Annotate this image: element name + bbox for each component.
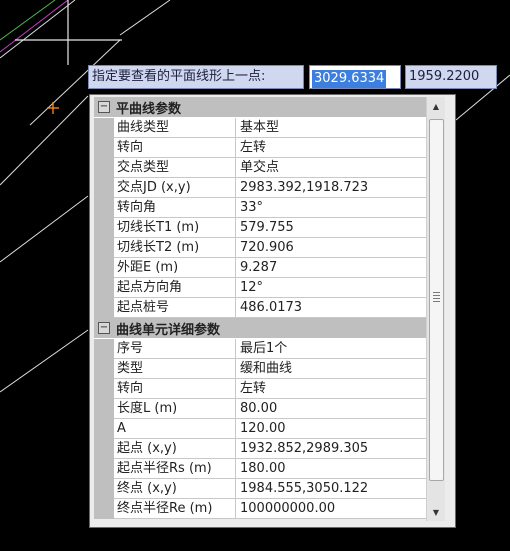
property-value[interactable]: 2983.392,1918.723	[236, 178, 432, 198]
y-coordinate-input[interactable]: 1959.2200	[405, 65, 497, 89]
scrollbar-thumb[interactable]	[429, 119, 444, 481]
property-value[interactable]: 1932.852,2989.305	[236, 439, 432, 459]
property-value[interactable]: 120.00	[236, 419, 432, 439]
property-name: 起点桩号	[114, 298, 236, 318]
property-value[interactable]: 180.00	[236, 459, 432, 479]
property-row[interactable]: 外距E (m) 9.287	[94, 258, 432, 278]
property-name: 序号	[114, 339, 236, 359]
property-name: 长度L (m)	[114, 399, 236, 419]
property-value[interactable]: 12°	[236, 278, 432, 298]
property-value[interactable]: 缓和曲线	[236, 359, 432, 379]
property-grid: − 平曲线参数 曲线类型 基本型 转向 左转 交点类型 单交点 交点JD (x,y) 2…	[94, 97, 432, 519]
property-name: 切线长T2 (m)	[114, 238, 236, 258]
property-name: 交点类型	[114, 158, 236, 178]
section-header-curve-params[interactable]: − 平曲线参数	[94, 97, 432, 118]
property-value[interactable]: 33°	[236, 198, 432, 218]
scroll-down-icon[interactable]: ▼	[428, 504, 444, 520]
property-row[interactable]: 转向 左转	[94, 138, 432, 158]
property-row[interactable]: 交点JD (x,y) 2983.392,1918.723	[94, 178, 432, 198]
section-rows-curve-params: 曲线类型 基本型 转向 左转 交点类型 单交点 交点JD (x,y) 2983.392,…	[94, 118, 432, 318]
property-row[interactable]: 交点类型 单交点	[94, 158, 432, 178]
alignment-line-white	[0, 95, 89, 186]
property-name: 曲线类型	[114, 118, 236, 138]
x-coordinate-value[interactable]: 3029.6334	[312, 70, 387, 88]
alignment-line-white	[0, 329, 89, 393]
property-row[interactable]: 转向 左转	[94, 379, 432, 399]
property-name: 类型	[114, 359, 236, 379]
property-name: 外距E (m)	[114, 258, 236, 278]
property-value[interactable]: 基本型	[236, 118, 432, 138]
section-header-element-details[interactable]: − 曲线单元详细参数	[94, 318, 432, 339]
property-value[interactable]: 最后1个	[236, 339, 432, 359]
property-row[interactable]: 起点方向角 12°	[94, 278, 432, 298]
property-value[interactable]: 1984.555,3050.122	[236, 479, 432, 499]
alignment-line-white	[119, 0, 171, 36]
property-row[interactable]: 切线长T1 (m) 579.755	[94, 218, 432, 238]
property-row[interactable]: 转向角 33°	[94, 198, 432, 218]
property-row[interactable]: 长度L (m) 80.00	[94, 399, 432, 419]
alignment-line-magenta	[0, 0, 69, 53]
property-name: 转向	[114, 379, 236, 399]
section-title: 曲线单元详细参数	[116, 322, 221, 338]
point-marker-icon	[47, 102, 59, 114]
property-name: 转向角	[114, 198, 236, 218]
property-name: 交点JD (x,y)	[114, 178, 236, 198]
property-name: 切线长T1 (m)	[114, 218, 236, 238]
alignment-properties-panel: − 平曲线参数 曲线类型 基本型 转向 左转 交点类型 单交点 交点JD (x,y) 2…	[89, 94, 456, 528]
property-name: 终点 (x,y)	[114, 479, 236, 499]
property-row[interactable]: 类型 缓和曲线	[94, 359, 432, 379]
property-row[interactable]: 起点桩号 486.0173	[94, 298, 432, 318]
property-row[interactable]: A 120.00	[94, 419, 432, 439]
property-name: 终点半径Re (m)	[114, 499, 236, 519]
property-name: 起点方向角	[114, 278, 236, 298]
alignment-line-white	[0, 0, 76, 59]
input-prompt-label: 指定要查看的平面线形上一点:	[88, 65, 304, 89]
property-value[interactable]: 单交点	[236, 158, 432, 178]
property-row[interactable]: 序号 最后1个	[94, 339, 432, 359]
scroll-up-icon[interactable]: ▲	[428, 98, 444, 114]
property-name: 起点 (x,y)	[114, 439, 236, 459]
collapse-toggle-icon[interactable]: −	[98, 101, 110, 113]
crosshair-cursor	[15, 0, 122, 65]
property-value[interactable]: 左转	[236, 138, 432, 158]
section-rows-element-details: 序号 最后1个 类型 缓和曲线 转向 左转 长度L (m) 80.00 A 120.00 …	[94, 339, 432, 519]
property-value[interactable]: 80.00	[236, 399, 432, 419]
property-row[interactable]: 起点半径Rs (m) 180.00	[94, 459, 432, 479]
property-value[interactable]: 100000000.00	[236, 499, 432, 519]
vertical-scrollbar[interactable]: ▲ ▼	[426, 97, 445, 521]
property-value[interactable]: 左转	[236, 379, 432, 399]
property-value[interactable]: 9.287	[236, 258, 432, 278]
section-title: 平曲线参数	[116, 101, 182, 117]
alignment-line-white	[0, 195, 89, 263]
property-value[interactable]: 720.906	[236, 238, 432, 258]
property-row[interactable]: 切线长T2 (m) 720.906	[94, 238, 432, 258]
property-row[interactable]: 终点半径Re (m) 100000000.00	[94, 499, 432, 519]
alignment-line-green	[0, 0, 56, 41]
grip-icon	[433, 292, 440, 302]
property-name: 起点半径Rs (m)	[114, 459, 236, 479]
property-name: A	[114, 419, 236, 439]
x-coordinate-input[interactable]: 3029.6334	[309, 65, 401, 89]
property-value[interactable]: 579.755	[236, 218, 432, 238]
property-row[interactable]: 起点 (x,y) 1932.852,2989.305	[94, 439, 432, 459]
collapse-toggle-icon[interactable]: −	[98, 322, 110, 334]
property-row[interactable]: 终点 (x,y) 1984.555,3050.122	[94, 479, 432, 499]
property-name: 转向	[114, 138, 236, 158]
property-value[interactable]: 486.0173	[236, 298, 432, 318]
property-row[interactable]: 曲线类型 基本型	[94, 118, 432, 138]
